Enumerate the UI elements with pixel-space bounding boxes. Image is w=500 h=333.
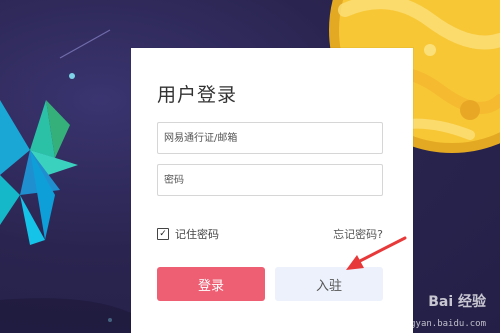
join-button[interactable]: 入驻 — [275, 267, 383, 301]
remember-label: 记住密码 — [175, 228, 219, 241]
watermark-url: jingyan.baidu.com — [393, 319, 486, 329]
login-card: 用户登录 ✓ 记住密码 忘记密码? 登录 入驻 — [131, 48, 413, 333]
watermark-logo: Bai 经验 — [428, 294, 486, 310]
username-input[interactable] — [157, 122, 383, 154]
login-title: 用户登录 — [157, 84, 238, 106]
forgot-password-link[interactable]: 忘记密码? — [333, 226, 383, 242]
star-dot — [69, 73, 75, 79]
remember-password[interactable]: ✓ 记住密码 — [157, 226, 219, 242]
login-button[interactable]: 登录 — [157, 267, 265, 301]
remember-checkbox[interactable]: ✓ — [157, 228, 169, 240]
comet-streak — [59, 29, 111, 59]
geometric-bird-illustration — [0, 100, 78, 245]
password-input[interactable] — [157, 164, 383, 196]
